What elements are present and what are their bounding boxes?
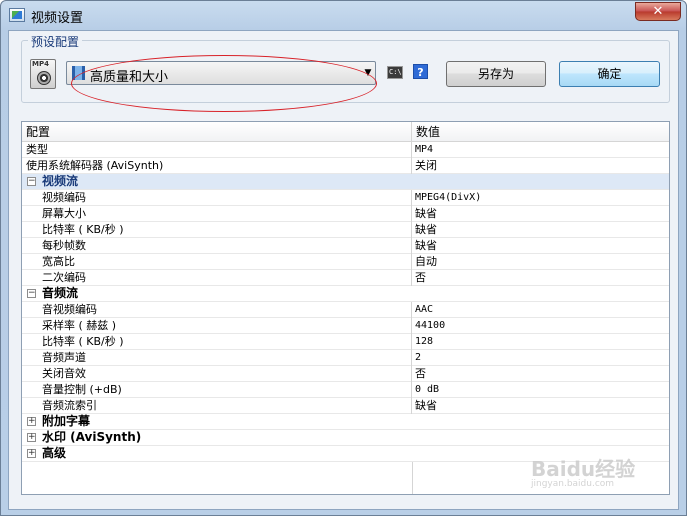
setting-value[interactable]: AAC: [412, 302, 669, 318]
window-title: 视频设置: [31, 11, 84, 26]
setting-name: 关闭音效: [22, 366, 412, 382]
chevron-down-icon[interactable]: ▼: [360, 61, 376, 85]
grid-header: 配置 数值: [22, 122, 669, 142]
preset-dropdown[interactable]: 高质量和大小: [66, 61, 376, 85]
preset-groupbox: 预设配置 MP4 高质量和大小 ▼ C:\ ? 另存为 确定: [21, 33, 670, 112]
setting-value[interactable]: 44100: [412, 318, 669, 334]
group-label: 水印 (AviSynth): [42, 430, 142, 444]
setting-value[interactable]: MPEG4(DivX): [412, 190, 669, 206]
group-label: 音频流: [42, 286, 79, 300]
setting-name: 比特率 ( KB/秒 ): [22, 334, 412, 350]
setting-value[interactable]: 2: [412, 350, 669, 366]
save-as-button[interactable]: 另存为: [446, 61, 546, 87]
app-icon: [9, 8, 25, 22]
setting-value[interactable]: 关闭: [412, 158, 669, 174]
command-line-icon[interactable]: C:\: [387, 66, 403, 79]
setting-name: 音频声道: [22, 350, 412, 366]
group-label: 视频流: [42, 174, 79, 188]
setting-value[interactable]: 128: [412, 334, 669, 350]
preset-selected-value: 高质量和大小: [90, 70, 169, 85]
setting-value[interactable]: 否: [412, 366, 669, 382]
grid-row[interactable]: 二次编码否: [22, 270, 669, 286]
setting-value[interactable]: MP4: [412, 142, 669, 158]
grid-row[interactable]: 每秒帧数 缺省: [22, 238, 669, 254]
grid-row[interactable]: 采样率 ( 赫兹 ) 44100: [22, 318, 669, 334]
setting-name: 采样率 ( 赫兹 ): [22, 318, 412, 334]
grid-row[interactable]: 使用系统解码器 (AviSynth) 关闭: [22, 158, 669, 174]
group-label: 附加字幕: [42, 414, 91, 428]
setting-value[interactable]: 缺省: [412, 206, 669, 222]
grid-row[interactable]: 比特率 ( KB/秒 ) 128: [22, 334, 669, 350]
setting-name: 音视频编码: [22, 302, 412, 318]
preset-group-label: 预设配置: [28, 33, 83, 50]
video-settings-dialog: 视频设置 ✕ 预设配置 MP4 高质量和大小 ▼ C:\ ? 另存为 确定 配置…: [0, 0, 687, 516]
setting-value[interactable]: 缺省: [412, 238, 669, 254]
setting-name: 音量控制 (+dB): [22, 382, 412, 398]
setting-value[interactable]: 缺省: [412, 222, 669, 238]
mp4-format-icon: MP4: [30, 59, 56, 89]
grid-row[interactable]: 音量控制 (+dB) 0 dB: [22, 382, 669, 398]
ok-button[interactable]: 确定: [559, 61, 660, 87]
baidu-watermark: Baidu经验 jingyan.baidu.com: [531, 453, 635, 489]
grid-row[interactable]: 视频编码 MPEG4(DivX): [22, 190, 669, 206]
grid-row[interactable]: 音频流索引 缺省: [22, 398, 669, 414]
column-header-value[interactable]: 数值: [412, 122, 669, 142]
mp4-icon-label: MP4: [32, 60, 49, 68]
grid-row[interactable]: 宽高比 自动: [22, 254, 669, 270]
setting-name: 使用系统解码器 (AviSynth): [22, 158, 412, 174]
setting-name: 宽高比: [22, 254, 412, 270]
column-divider: [412, 462, 413, 494]
grid-row[interactable]: 屏幕大小 缺省: [22, 206, 669, 222]
grid-rows: 类型 MP4 使用系统解码器 (AviSynth) 关闭 − 视频流 视频编码 MPEG4(D…: [22, 142, 669, 462]
grid-row[interactable]: 音视频编码 AAC: [22, 302, 669, 318]
setting-value[interactable]: 0 dB: [412, 382, 669, 398]
grid-group-row[interactable]: − 音频流: [22, 286, 669, 302]
setting-name: 视频编码: [22, 190, 412, 206]
close-button[interactable]: ✕: [635, 2, 681, 21]
grid-group-row[interactable]: + 附加字幕: [22, 414, 669, 430]
grid-row[interactable]: 音频声道 2: [22, 350, 669, 366]
grid-group-row[interactable]: − 视频流: [22, 174, 669, 190]
setting-name: 比特率 ( KB/秒 ): [22, 222, 412, 238]
film-strip-icon: [72, 66, 85, 80]
setting-value[interactable]: 缺省: [412, 398, 669, 414]
setting-name: 二次编码: [22, 270, 412, 286]
help-icon[interactable]: ?: [413, 64, 428, 79]
grid-row[interactable]: 类型 MP4: [22, 142, 669, 158]
setting-value[interactable]: 否: [412, 270, 669, 286]
title-bar[interactable]: 视频设置 ✕: [1, 1, 686, 29]
setting-name: 音频流索引: [22, 398, 412, 414]
setting-name: 每秒帧数: [22, 238, 412, 254]
setting-name: 类型: [22, 142, 412, 158]
setting-name: 屏幕大小: [22, 206, 412, 222]
column-header-setting[interactable]: 配置: [22, 122, 412, 142]
settings-property-grid: 配置 数值 类型 MP4 使用系统解码器 (AviSynth) 关闭 − 视频流 视频编码 M…: [21, 121, 670, 495]
dialog-body: 预设配置 MP4 高质量和大小 ▼ C:\ ? 另存为 确定 配置 数值 类型 M…: [8, 30, 679, 510]
watermark-text: Baidu经验: [531, 457, 636, 481]
grid-group-row[interactable]: + 水印 (AviSynth): [22, 430, 669, 446]
grid-row[interactable]: 关闭音效否: [22, 366, 669, 382]
setting-value[interactable]: 自动: [412, 254, 669, 270]
grid-row[interactable]: 比特率 ( KB/秒 ) 缺省: [22, 222, 669, 238]
film-reel-icon: [37, 71, 51, 85]
